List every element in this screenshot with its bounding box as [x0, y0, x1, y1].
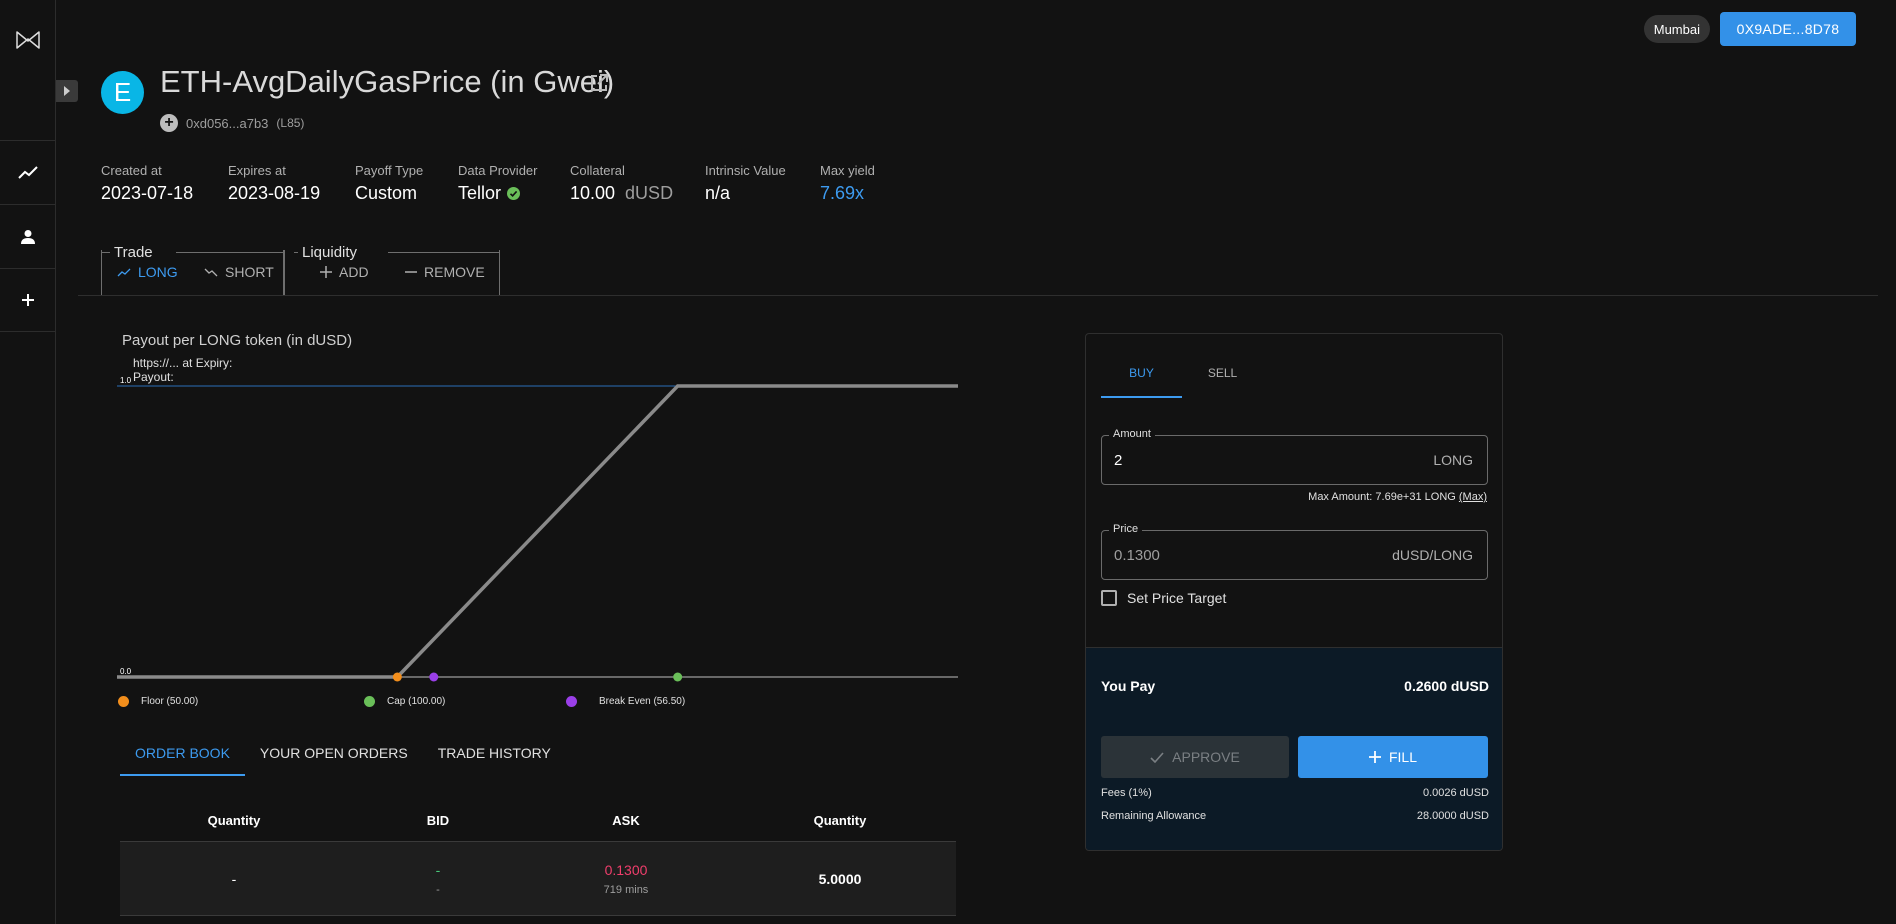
ask-quantity: 5.0000 [818, 870, 862, 887]
legend-label: Cap (100.00) [387, 696, 446, 707]
legend-item-floor: Floor (50.00) [118, 696, 198, 707]
column-header: Quantity [813, 813, 867, 828]
you-pay-value: 0.2600 dUSD [1404, 678, 1489, 694]
set-price-target-row: Set Price Target [1101, 590, 1226, 606]
orderbook-table: Quantity BID ASK Quantity - - - 0.1300 7… [120, 800, 956, 916]
amount-field[interactable]: Amount 2 LONG [1101, 428, 1488, 485]
price-input[interactable]: 0.1300 [1114, 547, 1160, 564]
ask-expiry: 719 mins [603, 883, 649, 896]
y-tick-label-bottom: 0.0 [120, 667, 132, 676]
ask-price: 0.1300 [604, 861, 648, 878]
check-icon [1150, 751, 1164, 763]
legend-item-cap: Cap (100.00) [364, 696, 445, 707]
set-price-target-label: Set Price Target [1127, 590, 1227, 606]
column-header: BID [426, 813, 450, 828]
you-pay-row: You Pay 0.2600 dUSD [1101, 678, 1489, 694]
orderbook-tabs: ORDER BOOK YOUR OPEN ORDERS TRADE HISTOR… [120, 735, 566, 776]
fees-label: Fees (1%) [1101, 787, 1152, 799]
legend-dot [566, 696, 577, 707]
allowance-value: 28.0000 dUSD [1416, 810, 1489, 822]
plus-icon [1368, 751, 1381, 763]
allowance-label: Remaining Allowance [1101, 810, 1207, 822]
table-row[interactable]: - - - 0.1300 719 mins 5.0000 [120, 842, 956, 916]
max-link[interactable]: (Max) [1459, 491, 1487, 503]
fill-button[interactable]: FILL [1298, 736, 1488, 778]
tab-trade-history[interactable]: TRADE HISTORY [423, 735, 566, 776]
payoff-chart: 1.0 0.0 [117, 376, 958, 682]
payment-summary: You Pay 0.2600 dUSD APPROVE FILL Fees (1… [1086, 647, 1502, 850]
payoff-line [117, 384, 958, 679]
column-header: ASK [612, 813, 640, 828]
allowance-row: Remaining Allowance 28.0000 dUSD [1101, 810, 1489, 822]
bid-expiry: - [436, 883, 440, 896]
max-amount-text: Max Amount: 7.69e+31 LONG [1308, 491, 1456, 503]
amount-input[interactable]: 2 [1114, 452, 1122, 469]
chart-marker-floor [392, 672, 402, 682]
legend-dot [364, 696, 375, 707]
set-price-target-checkbox[interactable] [1101, 590, 1117, 606]
tab-sell[interactable]: SELL [1182, 356, 1263, 398]
chart-marker-cap [673, 672, 683, 682]
bid-quantity: - [231, 870, 237, 887]
bid-price: - [435, 861, 441, 878]
approve-button[interactable]: APPROVE [1101, 736, 1289, 778]
price-field[interactable]: Price 0.1300 dUSD/LONG [1101, 523, 1488, 580]
column-header: Quantity [207, 813, 261, 828]
you-pay-label: You Pay [1101, 678, 1156, 694]
max-amount: Max Amount: 7.69e+31 LONG (Max) [1308, 491, 1487, 503]
fees-row: Fees (1%) 0.0026 dUSD [1101, 787, 1489, 799]
bid-cell: - - [348, 862, 528, 896]
legend-item-break-even: Break Even (56.50) [566, 696, 685, 707]
amount-unit: LONG [1433, 452, 1473, 468]
ask-cell: 0.1300 719 mins [528, 862, 724, 896]
price-label: Price [1109, 523, 1143, 535]
y-tick-label-top: 1.0 [120, 376, 132, 385]
tab-your-open-orders[interactable]: YOUR OPEN ORDERS [245, 735, 423, 776]
price-unit: dUSD/LONG [1392, 547, 1473, 563]
tab-order-book[interactable]: ORDER BOOK [120, 735, 245, 776]
legend-dot [118, 696, 129, 707]
chart-marker-break-even [429, 672, 439, 682]
order-panel: BUY SELL Amount 2 LONG Max Amount: 7.69e… [1085, 333, 1503, 851]
table-header: Quantity BID ASK Quantity [120, 800, 956, 842]
legend-label: Floor (50.00) [141, 696, 199, 707]
tab-buy[interactable]: BUY [1101, 356, 1182, 398]
fees-value: 0.0026 dUSD [1422, 787, 1489, 799]
amount-label: Amount [1109, 428, 1155, 440]
legend-label: Break Even (56.50) [599, 696, 686, 707]
order-tabs: BUY SELL [1101, 356, 1263, 398]
